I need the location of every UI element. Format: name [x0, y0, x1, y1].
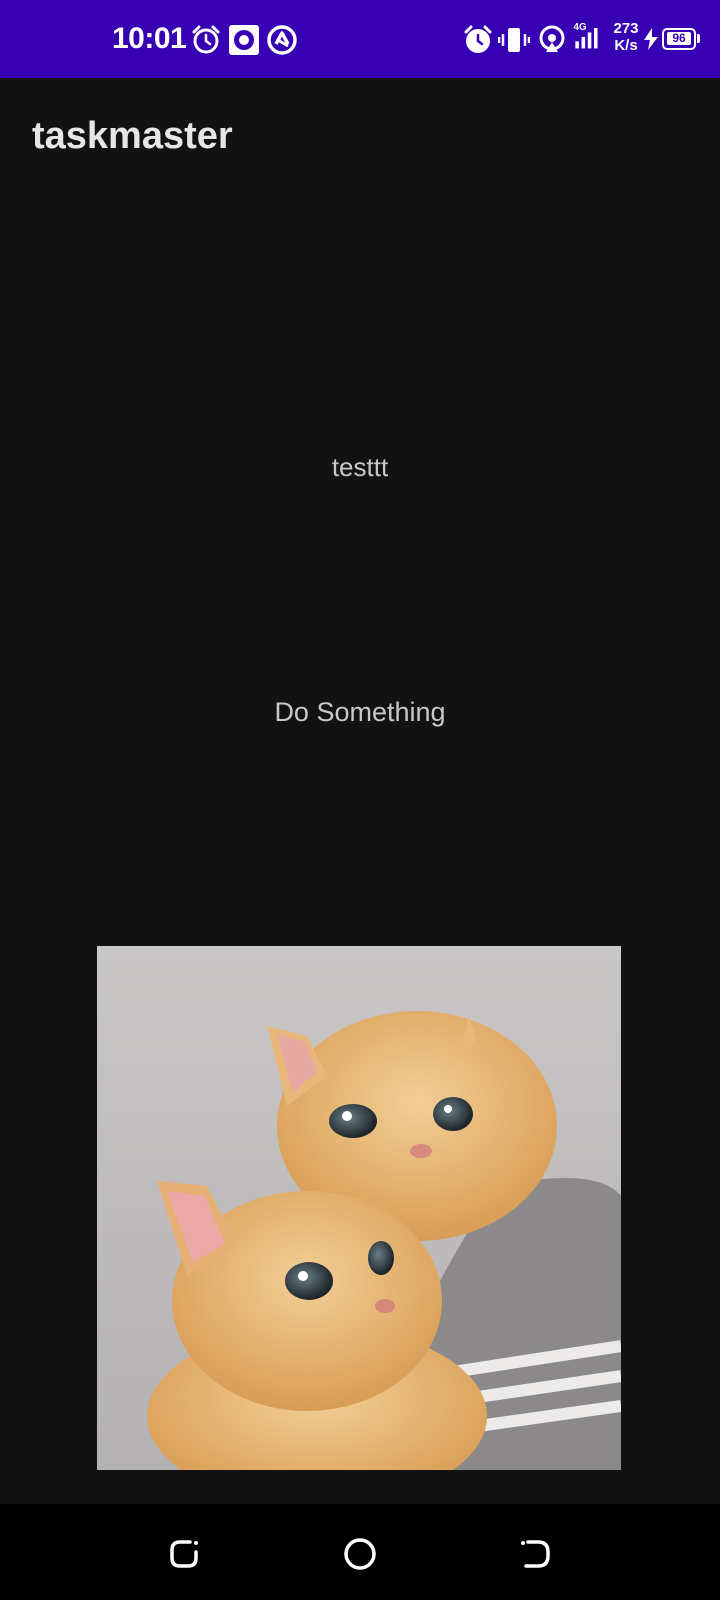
charging-icon: [644, 28, 658, 50]
battery-nub: [697, 34, 700, 43]
battery-level: 96: [667, 32, 691, 45]
app-title: taskmaster: [32, 115, 233, 157]
hotspot-icon: [539, 25, 565, 52]
status-time: 10:01: [112, 22, 187, 55]
music-icon: [229, 25, 259, 55]
task-image: [97, 946, 621, 1470]
back-button[interactable]: [512, 1530, 560, 1578]
task-description: Do Something: [274, 697, 446, 727]
battery-icon: 96: [662, 28, 696, 50]
navigation-bar: [0, 1504, 720, 1600]
task-title: testtt: [331, 452, 389, 482]
signal-icon: 4G: [574, 22, 598, 49]
kittens-image: [97, 946, 621, 1470]
app-notification-icon: [267, 25, 297, 55]
network-speed: 273 K/s: [613, 20, 639, 54]
alarm-icon: [192, 25, 220, 54]
home-button[interactable]: [336, 1530, 384, 1578]
status-bar: 10:01 4G 273 K/s 96: [0, 0, 720, 78]
alarm-icon: [464, 25, 492, 53]
network-type-label: 4G: [574, 22, 587, 33]
recents-button[interactable]: [160, 1530, 208, 1578]
vibrate-icon: [498, 28, 530, 52]
